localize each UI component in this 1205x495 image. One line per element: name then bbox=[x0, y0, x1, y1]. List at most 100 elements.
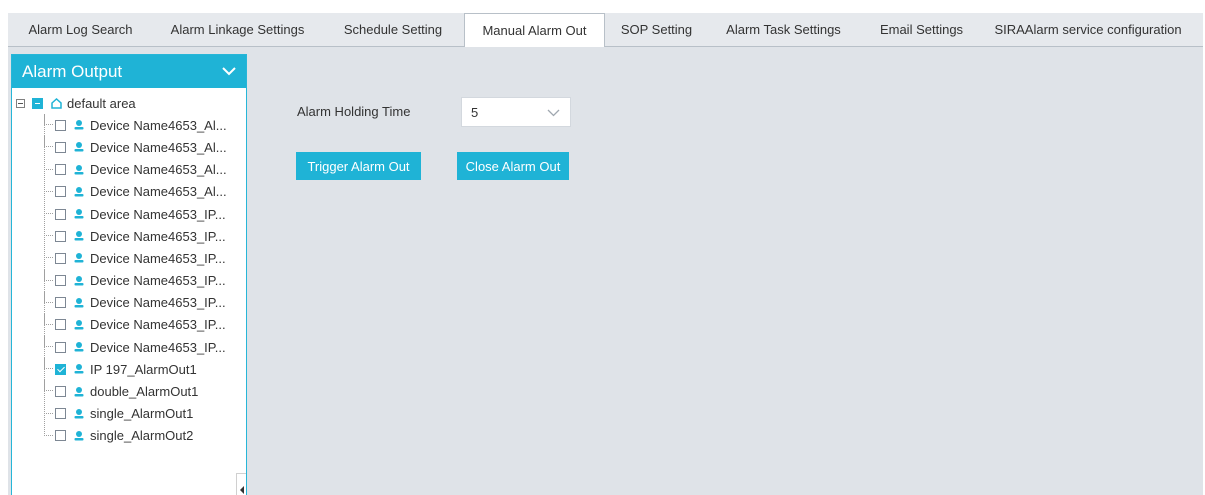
tree-item-label: IP 197_AlarmOut1 bbox=[90, 361, 197, 377]
tree-item[interactable]: Device Name4653_IP... bbox=[12, 336, 246, 358]
alarm-output-icon bbox=[73, 252, 85, 264]
tree-root-label: default area bbox=[67, 95, 136, 111]
tab-alarm-log-search[interactable]: Alarm Log Search bbox=[8, 13, 153, 46]
tree-item[interactable]: Device Name4653_IP... bbox=[12, 269, 246, 292]
tree-item[interactable]: Device Name4653_Al... bbox=[12, 180, 246, 203]
alarm-output-icon bbox=[73, 408, 85, 420]
trigger-alarm-out-button[interactable]: Trigger Alarm Out bbox=[296, 152, 421, 180]
tree-item-label: Device Name4653_IP... bbox=[90, 295, 226, 311]
tree-connector bbox=[44, 313, 53, 325]
tree-item-checkbox[interactable] bbox=[55, 430, 66, 442]
chevron-down-icon[interactable] bbox=[222, 65, 236, 79]
alarm-output-icon bbox=[73, 164, 85, 176]
tree-connector bbox=[44, 225, 53, 237]
tree-item-label: Device Name4653_IP... bbox=[90, 206, 226, 222]
tree-item-checkbox[interactable] bbox=[55, 208, 66, 220]
tree-connector bbox=[44, 402, 53, 414]
tree-connector bbox=[44, 136, 53, 148]
tree-item-checkbox[interactable] bbox=[55, 141, 66, 153]
tree-connector bbox=[44, 424, 53, 436]
alarm-output-icon bbox=[73, 141, 85, 153]
alarm-output-icon bbox=[73, 119, 85, 131]
tree-connector bbox=[44, 269, 53, 281]
root-checkbox[interactable] bbox=[32, 97, 43, 109]
tree-connector bbox=[44, 180, 53, 192]
tree-item[interactable]: IP 197_AlarmOut1 bbox=[12, 358, 246, 380]
tree-item-checkbox[interactable] bbox=[55, 275, 66, 287]
collapse-icon[interactable] bbox=[16, 98, 25, 108]
alarm-output-icon bbox=[73, 319, 85, 331]
tree-item-label: single_AlarmOut2 bbox=[90, 428, 194, 444]
tree-connector bbox=[44, 247, 53, 259]
tree-item[interactable]: Device Name4653_IP... bbox=[12, 313, 246, 336]
tree-item[interactable]: Device Name4653_IP... bbox=[12, 202, 246, 225]
tree-item-checkbox[interactable] bbox=[55, 319, 66, 331]
tree-item-checkbox[interactable] bbox=[55, 341, 66, 353]
tree-item-label: Device Name4653_IP... bbox=[90, 228, 226, 244]
alarm-holding-time-label: Alarm Holding Time bbox=[297, 104, 411, 119]
tree-item[interactable]: Device Name4653_IP... bbox=[12, 225, 246, 247]
content-area: Alarm Output default area Device Name465… bbox=[8, 46, 1203, 495]
tree-item[interactable]: single_AlarmOut2 bbox=[12, 424, 246, 447]
alarm-output-icon bbox=[73, 186, 85, 198]
chevron-down-icon bbox=[547, 105, 560, 120]
alarm-output-icon bbox=[73, 341, 85, 353]
tree-item-checkbox[interactable] bbox=[55, 164, 66, 176]
close-alarm-out-button[interactable]: Close Alarm Out bbox=[457, 152, 569, 180]
alarm-holding-time-select[interactable]: 5 bbox=[461, 97, 571, 127]
device-tree: default area Device Name4653_Al... Device… bbox=[12, 88, 246, 447]
alarm-output-icon bbox=[73, 297, 85, 309]
tree-item-label: double_AlarmOut1 bbox=[90, 384, 199, 400]
panel-title: Alarm Output bbox=[22, 61, 123, 81]
tree-item[interactable]: double_AlarmOut1 bbox=[12, 380, 246, 402]
tree-connector bbox=[44, 358, 53, 370]
tree-item-checkbox[interactable] bbox=[55, 186, 66, 198]
tree-item-label: Device Name4653_IP... bbox=[90, 273, 226, 289]
tree-item[interactable]: Device Name4653_Al... bbox=[12, 114, 246, 136]
tree-item-label: Device Name4653_Al... bbox=[90, 162, 227, 178]
tree-item-label: single_AlarmOut1 bbox=[90, 406, 194, 422]
alarm-output-icon bbox=[73, 275, 85, 287]
tree-connector bbox=[44, 158, 53, 170]
tree-item-checkbox[interactable] bbox=[55, 408, 66, 420]
tree-item-checkbox[interactable] bbox=[55, 386, 66, 398]
tree-item-label: Device Name4653_IP... bbox=[90, 339, 226, 355]
alarm-output-panel: Alarm Output default area Device Name465… bbox=[11, 54, 247, 495]
tree-item[interactable]: Device Name4653_IP... bbox=[12, 247, 246, 269]
tree-item-label: Device Name4653_IP... bbox=[90, 250, 226, 266]
holding-time-value: 5 bbox=[471, 104, 479, 120]
tree-connector bbox=[44, 291, 53, 303]
tree-item-label: Device Name4653_Al... bbox=[90, 117, 227, 133]
alarm-output-icon bbox=[73, 386, 85, 398]
tree-connector bbox=[44, 202, 53, 214]
tree-item-checkbox[interactable] bbox=[55, 363, 66, 375]
tree-connector bbox=[44, 114, 53, 126]
tab-manual-alarm-out[interactable]: Manual Alarm Out bbox=[464, 13, 605, 47]
tree-item-checkbox[interactable] bbox=[55, 252, 66, 264]
panel-resize-handle[interactable] bbox=[236, 473, 246, 495]
tree-item[interactable]: Device Name4653_Al... bbox=[12, 136, 246, 158]
tree-item-checkbox[interactable] bbox=[55, 230, 66, 242]
alarm-output-icon bbox=[73, 363, 85, 375]
tab-alarm-linkage-settings[interactable]: Alarm Linkage Settings bbox=[153, 13, 322, 46]
tree-item[interactable]: single_AlarmOut1 bbox=[12, 402, 246, 425]
tree-item-checkbox[interactable] bbox=[55, 119, 66, 131]
tree-item[interactable]: Device Name4653_IP... bbox=[12, 291, 246, 314]
tree-item-label: Device Name4653_IP... bbox=[90, 317, 226, 333]
tab-bar: Alarm Log Search Alarm Linkage Settings … bbox=[8, 13, 1203, 47]
tree-connector bbox=[44, 380, 53, 392]
home-icon bbox=[50, 97, 63, 110]
tree-root-default-area[interactable]: default area bbox=[12, 92, 246, 114]
tab-email-settings[interactable]: Email Settings bbox=[859, 13, 984, 46]
tab-siraalarm-service-configuration[interactable]: SIRAAlarm service configuration bbox=[984, 13, 1192, 46]
tree-item-checkbox[interactable] bbox=[55, 297, 66, 309]
tab-alarm-task-settings[interactable]: Alarm Task Settings bbox=[708, 13, 859, 46]
alarm-output-icon bbox=[73, 230, 85, 242]
tab-schedule-setting[interactable]: Schedule Setting bbox=[322, 13, 464, 46]
tree-item[interactable]: Device Name4653_Al... bbox=[12, 158, 246, 181]
tree-item-label: Device Name4653_Al... bbox=[90, 139, 227, 155]
tab-sop-setting[interactable]: SOP Setting bbox=[605, 13, 708, 46]
alarm-output-icon bbox=[73, 430, 85, 442]
panel-header[interactable]: Alarm Output bbox=[12, 55, 246, 88]
tree-item-label: Device Name4653_Al... bbox=[90, 184, 227, 200]
